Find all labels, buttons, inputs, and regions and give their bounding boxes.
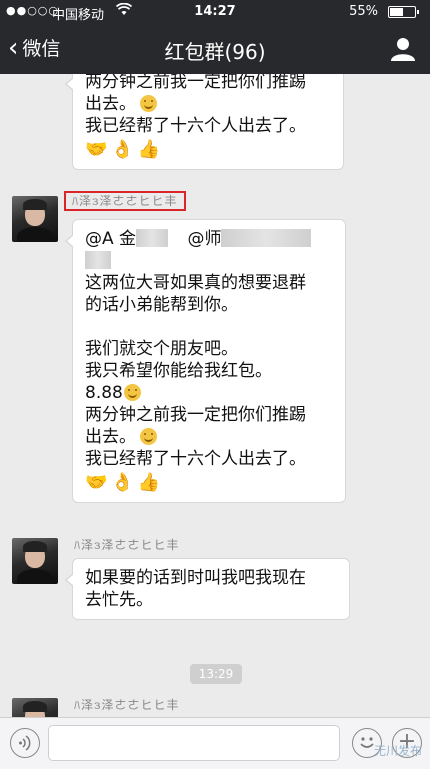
mention-line [85,250,333,272]
message-input[interactable] [48,725,340,761]
timestamp: 13:29 [190,664,242,684]
input-bar: + 无川发布 [0,717,430,769]
avatar[interactable] [12,538,58,584]
message-bubble[interactable]: @A 金 @师 这两位大哥如果真的想要退群 的话小弟能帮到你。 我们就交个朋友吧… [65,219,346,503]
handshake-emoji-icon: 🤝 [85,472,108,493]
smile-emoji-icon [140,428,157,445]
message-line: 我已经帮了十六个人出去了。 [85,449,306,469]
sender-nickname: ﾊ泽з泽ㄜㄜヒヒ丰 [74,698,180,712]
avatar[interactable] [12,196,58,242]
ok-hand-emoji-icon: 👌 [111,472,134,493]
thumbs-up-emoji-icon: 👍 [137,139,161,160]
mention[interactable]: @A 金 [85,229,136,249]
battery-percent: 55% [349,4,378,19]
smile-emoji-icon [123,384,141,401]
redacted-blur [136,229,169,247]
message-line: 的话小弟能帮到你。 [85,295,238,315]
chat-title: 红包群(96) [164,40,266,64]
message-line: 出去。 [85,93,331,115]
sender-nickname: ﾊ泽з泽ㄜㄜヒヒ丰 [64,191,186,211]
avatar[interactable] [12,698,58,717]
battery-icon [388,6,419,18]
message-line: 去忙先。 [85,590,153,610]
redacted-blur [221,229,312,247]
chat-area[interactable]: 两分钟之前我一定把你们推踢 出去。 我已经帮了十六个人出去了。 🤝 👌 👍 ﾊ泽… [0,74,430,717]
message-line: 如果要的话到时叫我吧我现在 [85,568,306,588]
message-line: 出去。 [85,426,333,448]
ok-hand-emoji-icon: 👌 [111,139,134,160]
redacted-blur [85,251,111,269]
person-icon[interactable] [390,37,416,61]
navigation-bar: ‹ 微信 红包群(96) [0,24,430,74]
message-line: 我们就交个朋友吧。 [85,339,238,359]
emoji-row: 🤝 👌 👍 [85,472,333,494]
status-bar: ●●○○○ 中国移动 14:27 55% [0,0,430,24]
message-line: 两分钟之前我一定把你们推踢 [85,74,306,92]
watermark: 无川发布 [373,744,422,758]
message-line: 两分钟之前我一定把你们推踢 [85,405,306,425]
mention-line: @A 金 @师 [85,228,333,250]
message-bubble[interactable]: 如果要的话到时叫我吧我现在 去忙先。 [65,558,350,620]
mention[interactable]: @师 [187,229,221,249]
voice-icon[interactable] [10,728,40,758]
message-bubble[interactable]: 两分钟之前我一定把你们推踢 出去。 我已经帮了十六个人出去了。 🤝 👌 👍 [65,74,344,170]
emoji-row: 🤝 👌 👍 [85,139,331,161]
sender-nickname: ﾊ泽з泽ㄜㄜヒヒ丰 [74,538,180,552]
thumbs-up-emoji-icon: 👍 [137,472,161,493]
highlight-box: ﾊ泽з泽ㄜㄜヒヒ丰 [64,191,186,211]
message-line: 这两位大哥如果真的想要退群 [85,273,306,293]
smile-emoji-icon [140,95,157,112]
message-line: 8.88 [85,382,333,404]
handshake-emoji-icon: 🤝 [85,139,108,160]
message-line: 我只希望你能给我红包。 [85,361,272,381]
message-line: 我已经帮了十六个人出去了。 [85,116,306,136]
